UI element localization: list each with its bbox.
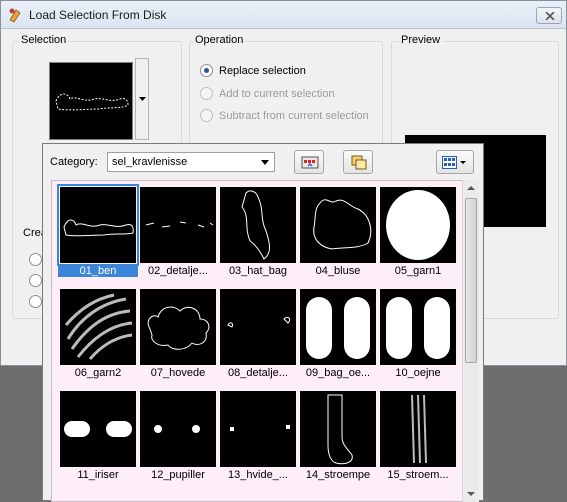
gallery-item[interactable]: 01_ben <box>57 181 139 281</box>
selection-dropdown-button[interactable] <box>135 58 149 140</box>
gallery-item[interactable]: 12_pupiller <box>138 385 218 485</box>
gallery-item[interactable]: 10_oejne <box>378 283 458 383</box>
selection-gallery: 01_ben 02_detalje... 03_hat_bag 04_bluse… <box>51 180 471 502</box>
gallery-item[interactable]: 15_stroem... <box>378 385 458 485</box>
gallery-item-label: 01_ben <box>58 265 138 277</box>
thumbnail-01 <box>63 219 134 237</box>
gallery-scrollbar[interactable] <box>462 180 479 502</box>
close-icon <box>545 12 555 20</box>
thumbnail-14 <box>327 394 353 465</box>
gallery-item-label: 04_bluse <box>315 265 361 277</box>
create-radio-2[interactable] <box>29 274 42 287</box>
thumbnail-05 <box>386 190 450 260</box>
gallery-item[interactable]: 06_garn2 <box>58 283 138 383</box>
thumbnail-04 <box>313 199 372 250</box>
gallery-item[interactable]: 14_stroempe <box>298 385 378 485</box>
app-icon <box>9 8 21 23</box>
gallery-item[interactable]: 08_detalje... <box>218 283 298 383</box>
selection-thumbnail[interactable] <box>49 62 133 140</box>
copy-button[interactable] <box>343 150 373 174</box>
thumbnail-09 <box>306 297 370 359</box>
view-mode-button[interactable] <box>436 150 474 174</box>
operation-group-title: Operation <box>193 34 246 46</box>
thumbnail-06 <box>64 293 133 360</box>
thumbnail-10 <box>386 297 450 359</box>
scrollbar-thumb[interactable] <box>465 198 477 363</box>
category-label: Category: <box>50 156 98 168</box>
gallery-item[interactable]: 04_bluse <box>298 181 378 281</box>
selection-shape <box>55 93 129 111</box>
create-radio-3[interactable] <box>29 295 42 308</box>
thumbnail-13 <box>230 425 290 431</box>
gallery-item-label: 10_oejne <box>395 367 441 379</box>
radio-checked-icon <box>200 64 213 77</box>
thumbnail-15 <box>411 394 427 464</box>
title-bar: Load Selection From Disk <box>1 1 566 29</box>
create-radio-1[interactable] <box>29 253 42 266</box>
window-title: Load Selection From Disk <box>29 8 167 22</box>
close-button[interactable] <box>536 7 562 24</box>
gallery-item-label: 13_hvide_... <box>228 469 288 481</box>
radio-unchecked-icon <box>200 87 213 100</box>
gallery-item-label: 15_stroem... <box>387 469 449 481</box>
gallery-item-label: 02_detalje... <box>148 265 208 277</box>
category-select[interactable]: sel_kravlenisse <box>107 152 275 172</box>
copy-icon <box>351 155 367 170</box>
gallery-item[interactable]: 13_hvide_... <box>218 385 298 485</box>
selection-group-title: Selection <box>19 34 69 46</box>
thumbnail-07 <box>147 306 210 350</box>
scroll-down-icon[interactable] <box>463 485 479 502</box>
category-value: sel_kravlenisse <box>112 156 188 168</box>
gallery-item-label: 07_hovede <box>150 367 206 379</box>
thumbnail-08 <box>227 316 291 328</box>
gallery-item[interactable]: 11_iriser <box>58 385 138 485</box>
gallery-item[interactable]: 02_detalje... <box>138 181 218 281</box>
scroll-up-icon[interactable] <box>463 180 479 197</box>
gallery-item[interactable]: 07_hovede <box>138 283 218 383</box>
thumbnail-02 <box>145 221 214 228</box>
add-selection-radio[interactable]: Add to current selection <box>200 87 335 100</box>
folder-settings-button[interactable] <box>294 150 324 174</box>
gallery-item-label: 08_detalje... <box>228 367 288 379</box>
gallery-item-label: 11_iriser <box>77 469 119 481</box>
add-selection-label: Add to current selection <box>219 87 335 100</box>
gallery-item-label: 09_bag_oe... <box>305 367 371 379</box>
subtract-selection-label: Subtract from current selection <box>219 109 369 122</box>
gallery-item-label: 12_pupiller <box>151 469 205 481</box>
thumbnail-12 <box>154 425 200 433</box>
gallery-item[interactable]: 03_hat_bag <box>218 181 298 281</box>
gallery-item[interactable]: 05_garn1 <box>378 181 458 281</box>
thumbnail-03 <box>241 190 270 260</box>
subtract-selection-radio[interactable]: Subtract from current selection <box>200 109 369 122</box>
gallery-item-label: 05_garn1 <box>394 265 442 277</box>
replace-selection-radio[interactable]: Replace selection <box>200 64 306 77</box>
folder-settings-icon <box>301 156 319 169</box>
gallery-item-label: 03_hat_bag <box>228 265 288 277</box>
selection-picker-popup: Category: sel_kravlenisse 01_ben 02_deta… <box>42 143 484 502</box>
thumbnail-11 <box>64 421 132 437</box>
chevron-down-icon <box>139 97 146 101</box>
replace-selection-label: Replace selection <box>219 64 306 77</box>
radio-unchecked-icon <box>200 109 213 122</box>
preview-group-title: Preview <box>399 34 443 46</box>
chevron-down-icon <box>261 160 269 165</box>
gallery-item[interactable]: 09_bag_oe... <box>298 283 378 383</box>
gallery-item-label: 14_stroempe <box>305 469 371 481</box>
view-mode-icon <box>442 156 466 169</box>
gallery-item-label: 06_garn2 <box>74 367 122 379</box>
